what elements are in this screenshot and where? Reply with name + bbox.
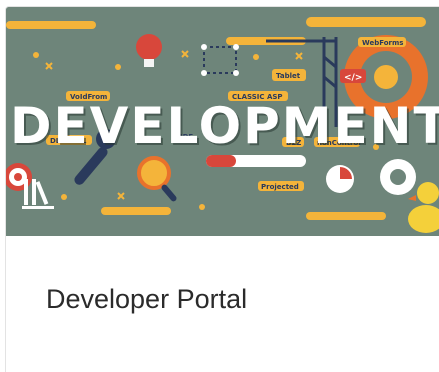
banner-heading: DEVELOPMENT [10,97,439,155]
banner-label-webforms: WebForms [362,39,403,47]
banner-label-code: </> [344,73,362,83]
card-banner-image[interactable]: Tablet VoIdFrom CLASSIC ASP IDE DLL DLLL… [6,7,439,236]
card-title[interactable]: Developer Portal [46,284,247,315]
banner-label-projected: Projected [261,183,299,191]
library-icon [20,173,60,213]
banner-label-tablet: Tablet [276,72,301,80]
developer-portal-card[interactable]: Tablet VoIdFrom CLASSIC ASP IDE DLL DLLL… [5,6,439,372]
